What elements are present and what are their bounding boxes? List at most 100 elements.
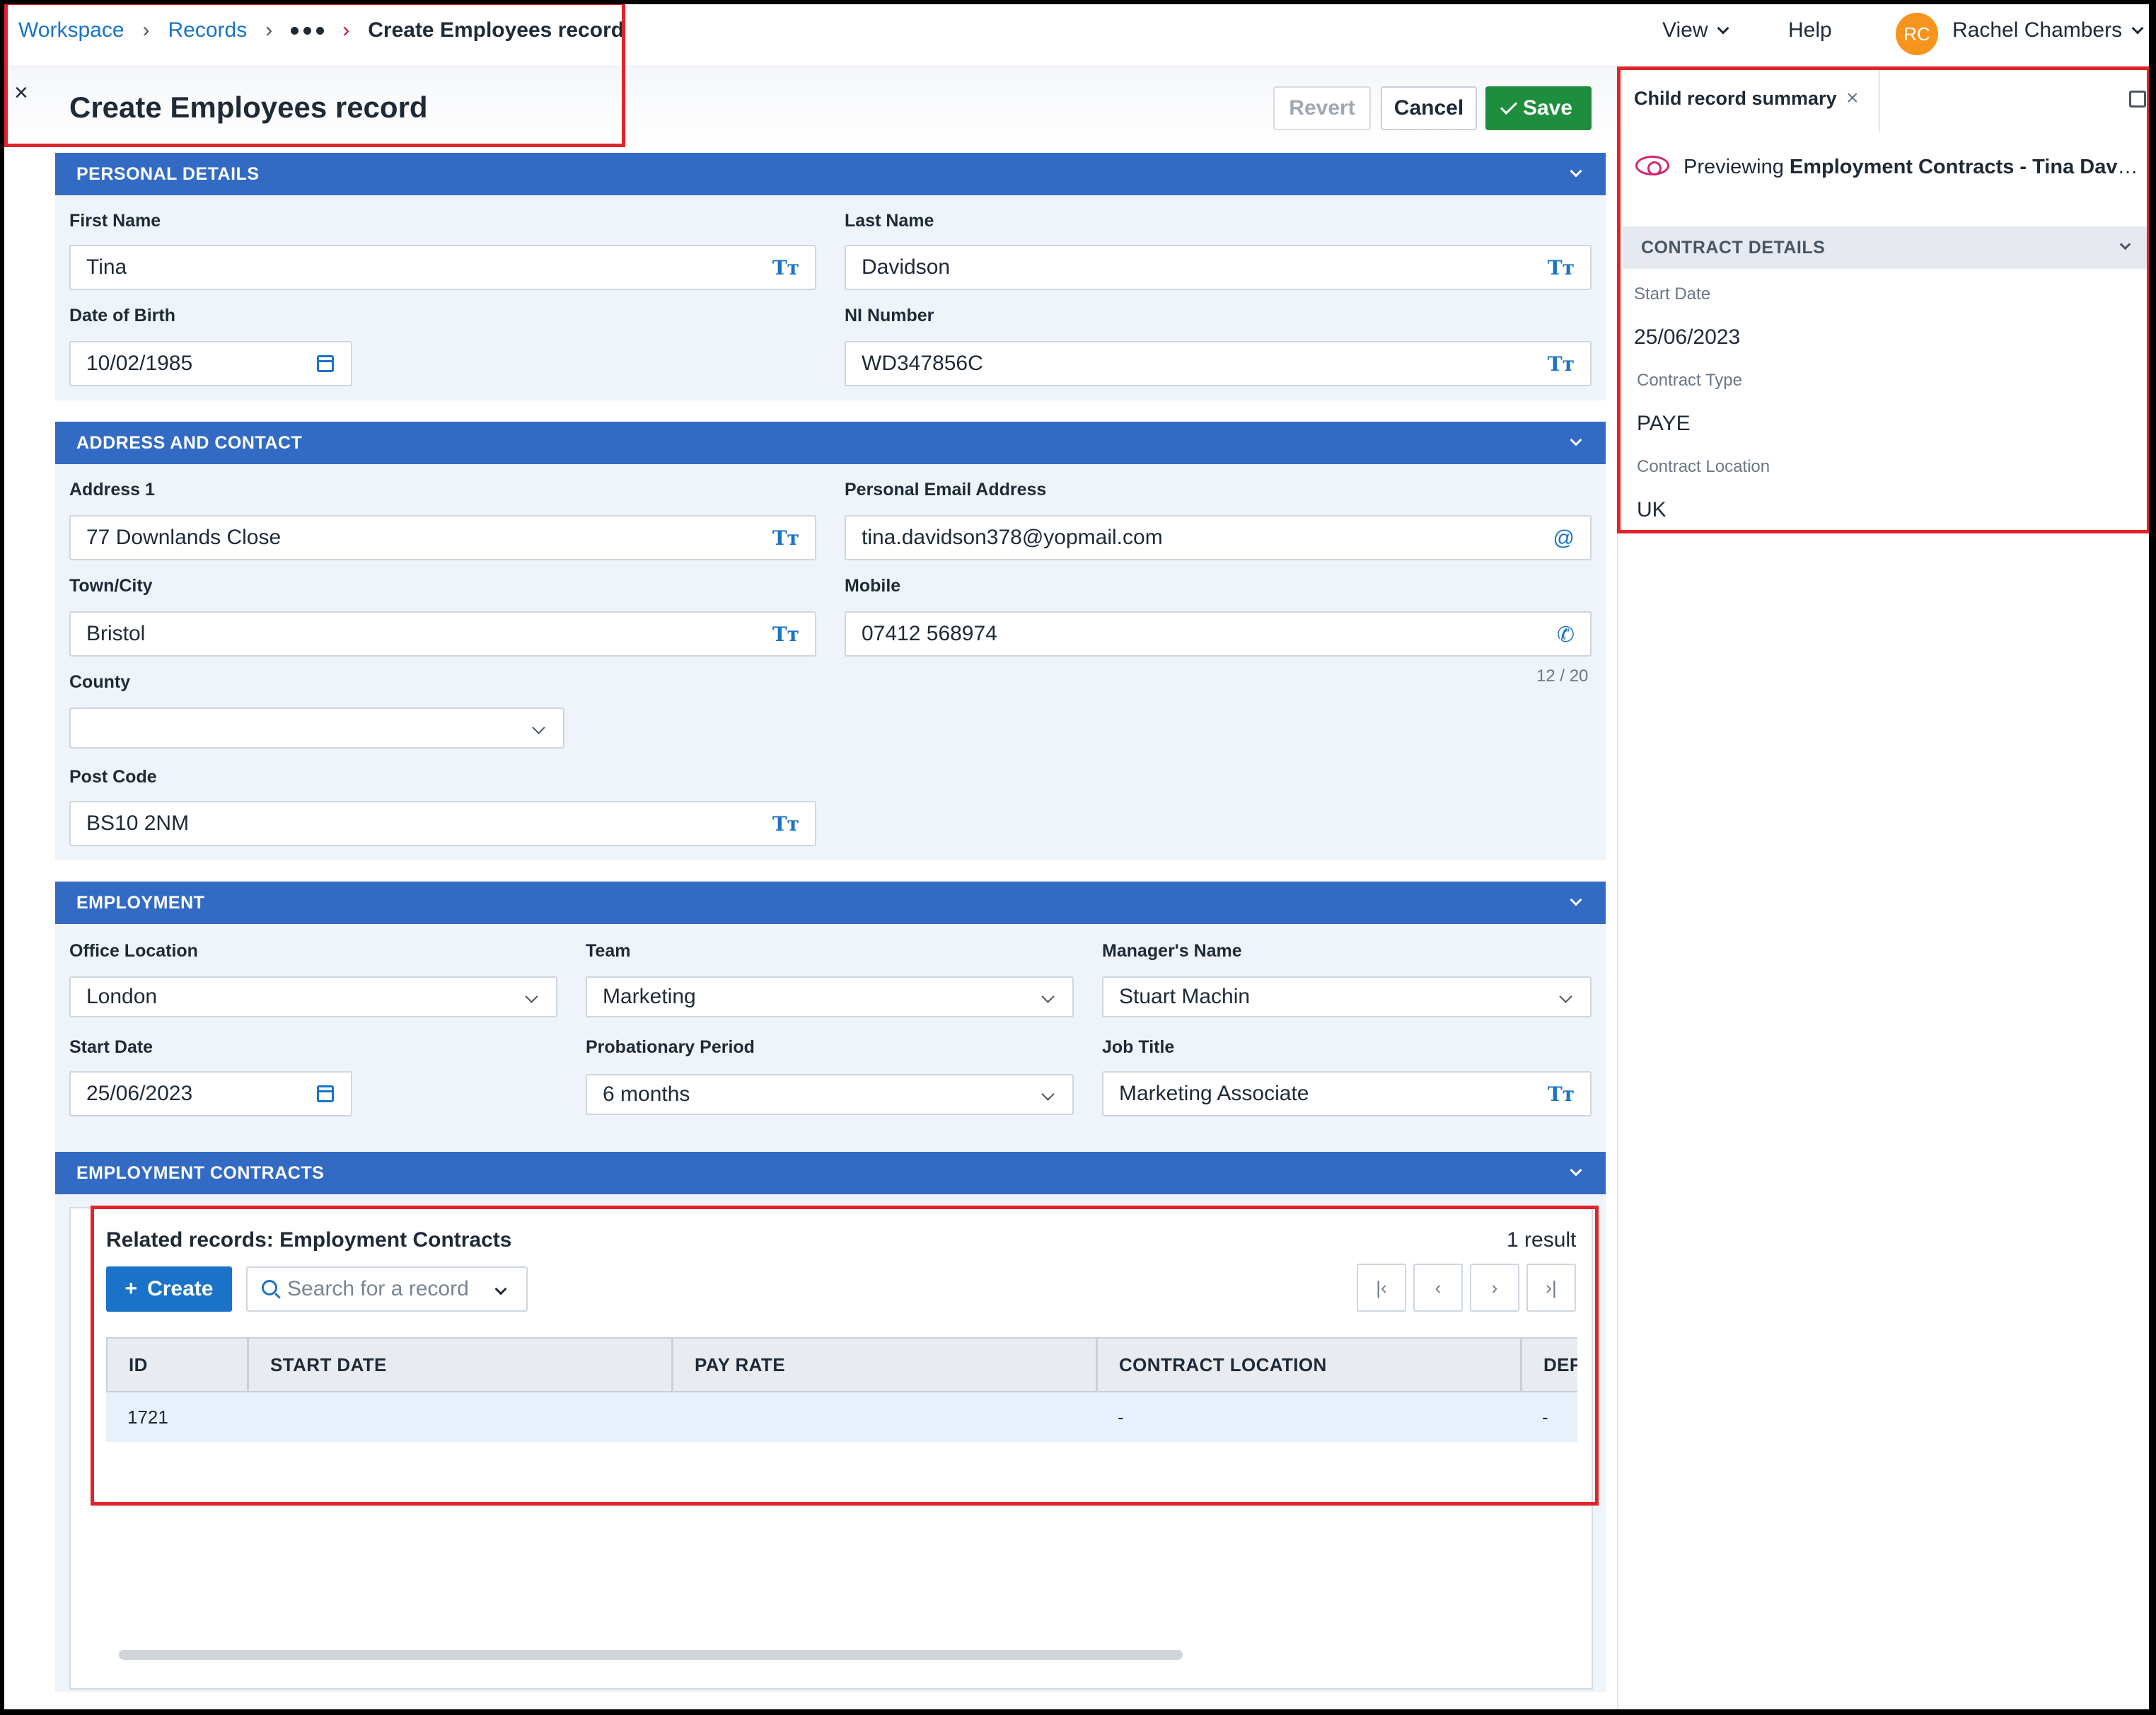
tab-child-record-summary[interactable]: Child record summary [1634,88,1837,110]
close-icon[interactable]: × [14,79,28,107]
probation-label: Probationary Period [586,1037,755,1057]
col-pay-rate[interactable]: PAY RATE [673,1339,1098,1391]
dob-value: 10/02/1985 [86,352,193,375]
office-location-label: Office Location [69,941,198,961]
chevron-down-icon[interactable] [494,1283,507,1295]
cancel-button[interactable]: Cancel [1381,86,1477,130]
text-type-icon: Tт [772,256,799,279]
town-value: Bristol [86,622,146,645]
job-title-value: Marketing Associate [1119,1082,1309,1105]
breadcrumb-records[interactable]: Records [168,18,248,42]
col-start-date[interactable]: START DATE [249,1339,673,1391]
manager-label: Manager's Name [1102,941,1242,961]
first-name-field[interactable]: Tina Tт [69,245,816,290]
cell-def: - [1542,1406,1548,1428]
office-location-select[interactable]: London [69,976,557,1017]
calendar-icon[interactable] [317,1085,334,1102]
section-personal-details[interactable]: PERSONAL DETAILS [55,153,1606,195]
section-employment-contracts[interactable]: EMPLOYMENT CONTRACTS [55,1152,1606,1194]
panel-contract-location-value: UK [1637,498,1667,521]
check-icon [1500,97,1517,115]
chevron-down-icon [2131,22,2144,35]
mobile-value: 07412 568974 [862,622,997,645]
save-label: Save [1522,96,1573,120]
help-label: Help [1788,18,1832,42]
user-menu[interactable]: Rachel Chambers [1952,18,2144,42]
close-icon[interactable]: × [1846,86,1859,110]
probation-select[interactable]: 6 months [586,1074,1074,1115]
revert-button[interactable]: Revert [1273,86,1371,130]
breadcrumb-current: Create Employees record [368,18,625,42]
text-type-icon: Tт [772,812,799,836]
search-record-input[interactable]: Search for a record [246,1266,528,1312]
email-field[interactable]: tina.davidson378@yopmail.com @ [845,515,1592,560]
prev-page-button[interactable]: ‹ [1413,1264,1463,1312]
chevron-down-icon [1570,434,1582,446]
chevron-right-icon: › [142,18,150,42]
manager-select[interactable]: Stuart Machin [1102,976,1592,1017]
view-menu[interactable]: View [1662,18,1729,42]
create-label: Create [147,1277,214,1300]
mobile-field[interactable]: 07412 568974 ✆ [845,611,1592,657]
postcode-field[interactable]: BS10 2NM Tт [69,801,816,846]
chevron-down-icon [525,990,538,1003]
col-id[interactable]: ID [108,1339,249,1391]
cell-start-date [248,1392,672,1442]
section-title: CONTRACT DETAILS [1641,237,1826,258]
expand-icon[interactable] [2129,91,2146,108]
last-page-button[interactable]: ›| [1526,1264,1576,1312]
job-title-field[interactable]: Marketing Associate Tт [1102,1071,1592,1116]
address1-field[interactable]: 77 Downlands Close Tт [69,515,816,560]
create-record-button[interactable]: + Create [106,1266,232,1312]
panel-start-date-value: 25/06/2023 [1634,325,1741,349]
last-name-value: Davidson [862,255,951,279]
section-contract-details[interactable]: CONTRACT DETAILS [1623,226,2148,269]
col-contract-location[interactable]: CONTRACT LOCATION [1098,1339,1522,1391]
ni-number-field[interactable]: WD347856C Tт [845,341,1592,386]
last-name-field[interactable]: Davidson Tт [845,245,1592,290]
chevron-down-icon [1559,990,1572,1003]
user-name: Rachel Chambers [1952,18,2123,42]
related-records-title: Related records: Employment Contracts [106,1228,512,1252]
next-page-button[interactable]: › [1470,1264,1519,1312]
breadcrumb: Workspace › Records › › Create Employees… [18,18,624,42]
plus-icon: + [124,1277,138,1300]
chevron-right-icon: › [265,18,273,42]
probation-value: 6 months [603,1082,690,1106]
mobile-char-counter: 12 / 20 [1536,666,1589,686]
section-title: EMPLOYMENT CONTRACTS [76,1162,325,1183]
table-row[interactable]: 1721 - - [106,1392,1577,1442]
section-employment-body [55,924,1606,1152]
start-date-field[interactable]: 25/06/2023 [69,1071,352,1116]
team-select[interactable]: Marketing [586,976,1074,1017]
cell-contract-location: - [1118,1406,1124,1428]
preview-record-name[interactable]: Employment Contracts - Tina Davidson [1790,156,2142,178]
chevron-down-icon [1570,1164,1582,1177]
section-address-contact[interactable]: ADDRESS AND CONTACT [55,422,1606,464]
town-field[interactable]: Bristol Tт [69,611,816,657]
calendar-icon[interactable] [317,355,334,372]
tab-divider [1879,67,1880,132]
chevron-right-icon: › [342,18,350,42]
avatar[interactable]: RC [1896,13,1938,55]
preview-text: Previewing Employment Contracts - Tina D… [1683,156,2142,179]
dob-field[interactable]: 10/02/1985 [69,341,352,386]
county-select[interactable] [69,708,564,749]
chevron-down-icon [1570,894,1582,906]
breadcrumb-workspace[interactable]: Workspace [18,18,124,42]
more-dots-icon[interactable] [291,26,325,35]
save-button[interactable]: Save [1485,86,1592,130]
first-page-button[interactable]: |‹ [1357,1264,1406,1312]
panel-contract-type-value: PAYE [1637,412,1691,435]
section-title: PERSONAL DETAILS [76,163,260,184]
child-record-panel [1617,67,2156,1715]
help-link[interactable]: Help [1788,18,1832,42]
contracts-table: ID START DATE PAY RATE CONTRACT LOCATION… [106,1337,1577,1443]
col-def[interactable]: DEF [1522,1339,1577,1391]
section-employment[interactable]: EMPLOYMENT [55,882,1606,924]
result-count: 1 result [1507,1228,1577,1252]
postcode-label: Post Code [69,767,157,787]
horizontal-scrollbar[interactable] [119,1650,1183,1660]
cell-id: 1721 [127,1406,168,1428]
postcode-value: BS10 2NM [86,812,190,835]
